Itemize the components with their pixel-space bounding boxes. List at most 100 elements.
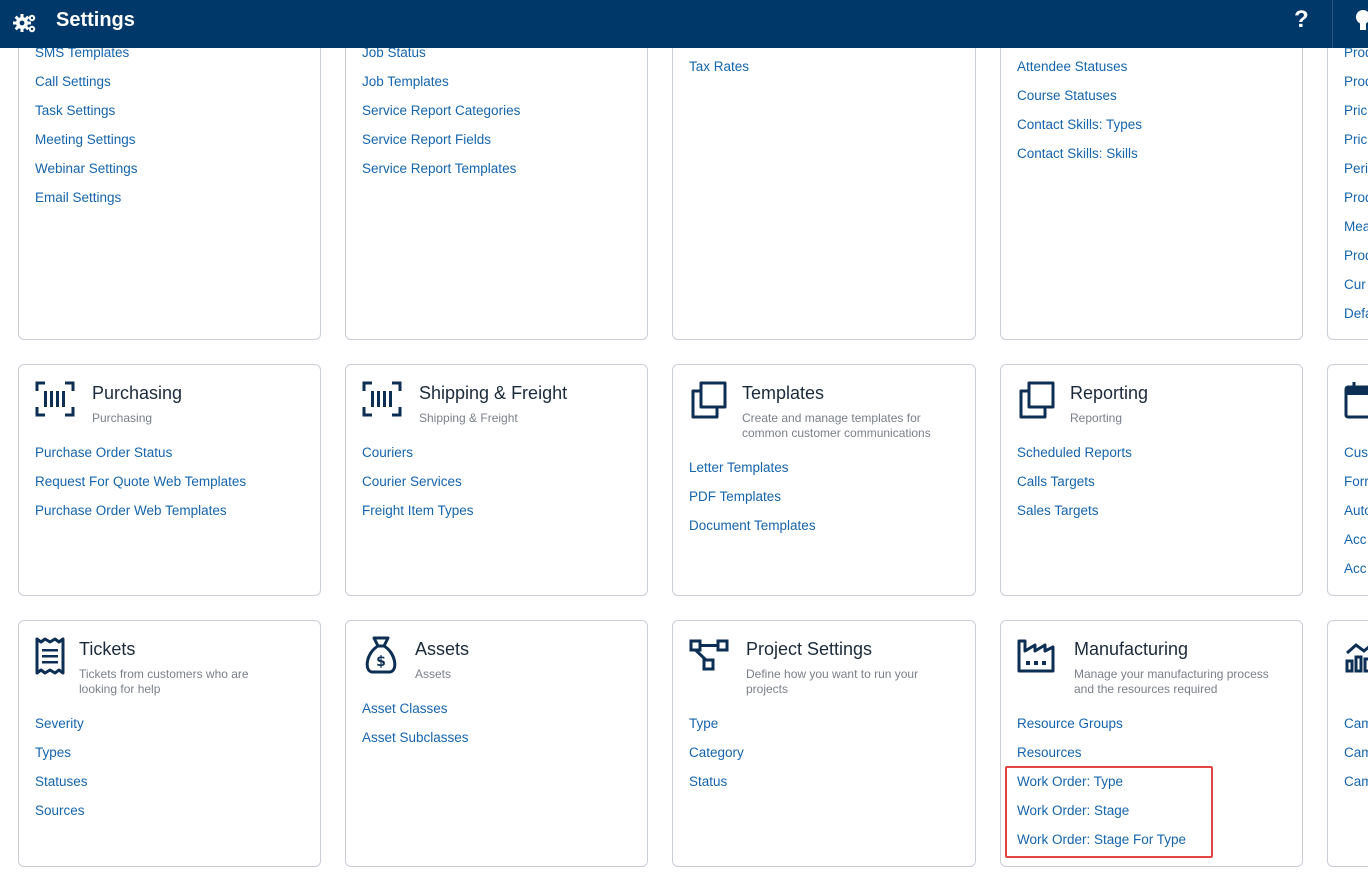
settings-card-purchasing: Purchasing Purchasing Purchase Order Sta…: [18, 364, 321, 596]
link-partial-cus[interactable]: Cus: [1344, 445, 1368, 460]
settings-card-tickets: Tickets Tickets from customers who are l…: [18, 620, 321, 867]
link-attendee-statuses[interactable]: Attendee Statuses: [1017, 59, 1127, 74]
settings-card-jobs: Job Status Job Templates Service Report …: [345, 20, 648, 340]
link-webinar-settings[interactable]: Webinar Settings: [35, 161, 138, 176]
settings-card-assets: $ Assets Assets Asset Classes Asset Subc…: [345, 620, 648, 867]
link-partial-2[interactable]: Prod: [1344, 74, 1368, 89]
link-statuses[interactable]: Statuses: [35, 774, 88, 789]
settings-card-shipping: Shipping & Freight Shipping & Freight Co…: [345, 364, 648, 596]
link-sales-targets[interactable]: Sales Targets: [1017, 503, 1099, 518]
link-pdf-templates[interactable]: PDF Templates: [689, 489, 781, 504]
link-partial-acc-2[interactable]: Acc: [1344, 561, 1367, 576]
link-tax-rates[interactable]: Tax Rates: [689, 59, 749, 74]
link-meeting-settings[interactable]: Meeting Settings: [35, 132, 136, 147]
card-title: Tickets: [79, 639, 136, 659]
link-service-report-fields[interactable]: Service Report Fields: [362, 132, 491, 147]
tips-bulb-icon[interactable]: [1354, 8, 1368, 34]
link-project-type[interactable]: Type: [689, 716, 718, 731]
link-contact-skills-types[interactable]: Contact Skills: Types: [1017, 117, 1142, 132]
card-title: Assets: [415, 639, 470, 659]
settings-card-project-settings: Project Settings Define how you want to …: [672, 620, 976, 867]
link-types[interactable]: Types: [35, 745, 71, 760]
link-severity[interactable]: Severity: [35, 716, 84, 731]
link-contact-skills-skills[interactable]: Contact Skills: Skills: [1017, 146, 1138, 161]
barcode-icon: [362, 381, 402, 417]
copy-document-icon: [1017, 381, 1055, 419]
link-partial-8[interactable]: Prod: [1344, 248, 1368, 263]
link-po-web-templates[interactable]: Purchase Order Web Templates: [35, 503, 227, 518]
settings-card-partial-2: Cus Forr Auto Acc Acc: [1327, 364, 1368, 596]
settings-card-templates: Templates Create and manage templates fo…: [672, 364, 976, 596]
link-partial-forr[interactable]: Forr: [1344, 474, 1368, 489]
link-partial-auto[interactable]: Auto: [1344, 503, 1368, 518]
settings-card-reporting: Reporting Reporting Scheduled Reports Ca…: [1000, 364, 1303, 596]
link-service-report-templates[interactable]: Service Report Templates: [362, 161, 516, 176]
card-description: Define how you want to run your projects: [746, 667, 919, 696]
card-description: Shipping & Freight: [419, 411, 518, 425]
link-courier-services[interactable]: Courier Services: [362, 474, 462, 489]
link-purchase-order-status[interactable]: Purchase Order Status: [35, 445, 172, 460]
settings-card-communications: SMS Templates Call Settings Task Setting…: [18, 20, 321, 340]
calendar-icon: [1344, 381, 1368, 419]
link-email-settings[interactable]: Email Settings: [35, 190, 121, 205]
card-description: Purchasing: [92, 411, 153, 425]
link-resources[interactable]: Resources: [1017, 745, 1082, 760]
link-project-status[interactable]: Status: [689, 774, 727, 789]
link-partial-10[interactable]: Defa: [1344, 306, 1368, 321]
link-partial-9[interactable]: Cur: [1344, 277, 1366, 292]
card-description: Assets: [415, 667, 452, 681]
link-partial-acc-1[interactable]: Acc: [1344, 532, 1367, 547]
link-partial-cam-1[interactable]: Cam: [1344, 716, 1368, 731]
link-partial-cam-2[interactable]: Cam: [1344, 745, 1368, 760]
barcode-icon: [35, 381, 75, 417]
factory-icon: [1017, 639, 1055, 673]
link-document-templates[interactable]: Document Templates: [689, 518, 816, 533]
copy-document-icon: [689, 381, 727, 419]
card-title: Reporting: [1070, 383, 1149, 403]
top-bar: Settings ?: [0, 0, 1368, 48]
link-partial-cam-3[interactable]: Cam: [1344, 774, 1368, 789]
link-course-statuses[interactable]: Course Statuses: [1017, 88, 1117, 103]
settings-card-campaigns-partial: Cam Cam Cam: [1327, 620, 1368, 867]
settings-card-manufacturing: Manufacturing Manage your manufacturing …: [1000, 620, 1303, 867]
settings-card-courses: Attendee Statuses Course Statuses Contac…: [1000, 20, 1303, 340]
link-partial-6[interactable]: Prod: [1344, 190, 1368, 205]
link-sources[interactable]: Sources: [35, 803, 85, 818]
link-partial-5[interactable]: Peri: [1344, 161, 1368, 176]
card-title: Templates: [742, 383, 825, 403]
card-title: Project Settings: [746, 639, 873, 659]
link-freight-item-types[interactable]: Freight Item Types: [362, 503, 474, 518]
link-partial-3[interactable]: Pric: [1344, 103, 1367, 118]
link-resource-groups[interactable]: Resource Groups: [1017, 716, 1123, 731]
link-job-templates[interactable]: Job Templates: [362, 74, 449, 89]
help-icon[interactable]: ?: [1294, 6, 1309, 34]
link-rfq-web-templates[interactable]: Request For Quote Web Templates: [35, 474, 246, 489]
link-work-order-stage-for-type[interactable]: Work Order: Stage For Type: [1017, 832, 1186, 847]
card-description: Create and manage templates for common c…: [742, 411, 931, 440]
link-asset-classes[interactable]: Asset Classes: [362, 701, 448, 716]
settings-gear-icon[interactable]: [12, 10, 38, 36]
link-work-order-type[interactable]: Work Order: Type: [1017, 774, 1123, 789]
link-partial-4[interactable]: Pric: [1344, 132, 1367, 147]
link-project-category[interactable]: Category: [689, 745, 744, 760]
card-title: Purchasing: [92, 383, 183, 403]
link-task-settings[interactable]: Task Settings: [35, 103, 115, 118]
card-title: Shipping & Freight: [419, 383, 568, 403]
card-description: Tickets from customers who are looking f…: [79, 667, 249, 696]
card-description: Reporting: [1070, 411, 1123, 425]
settings-card-products-partial: Prod Prod Pric Pric Peri Prod Mea Prod C…: [1327, 20, 1368, 340]
money-bag-icon: $: [362, 635, 400, 675]
link-calls-targets[interactable]: Calls Targets: [1017, 474, 1095, 489]
link-couriers[interactable]: Couriers: [362, 445, 413, 460]
link-call-settings[interactable]: Call Settings: [35, 74, 111, 89]
link-service-report-categories[interactable]: Service Report Categories: [362, 103, 520, 118]
link-asset-subclasses[interactable]: Asset Subclasses: [362, 730, 469, 745]
link-letter-templates[interactable]: Letter Templates: [689, 460, 789, 475]
page-title: Settings: [56, 9, 135, 31]
link-partial-7[interactable]: Mea: [1344, 219, 1368, 234]
link-scheduled-reports[interactable]: Scheduled Reports: [1017, 445, 1132, 460]
settings-card-tax: Tax Rates: [672, 20, 976, 340]
card-title: Manufacturing: [1074, 639, 1189, 659]
link-work-order-stage[interactable]: Work Order: Stage: [1017, 803, 1129, 818]
svg-text:$: $: [376, 654, 386, 670]
